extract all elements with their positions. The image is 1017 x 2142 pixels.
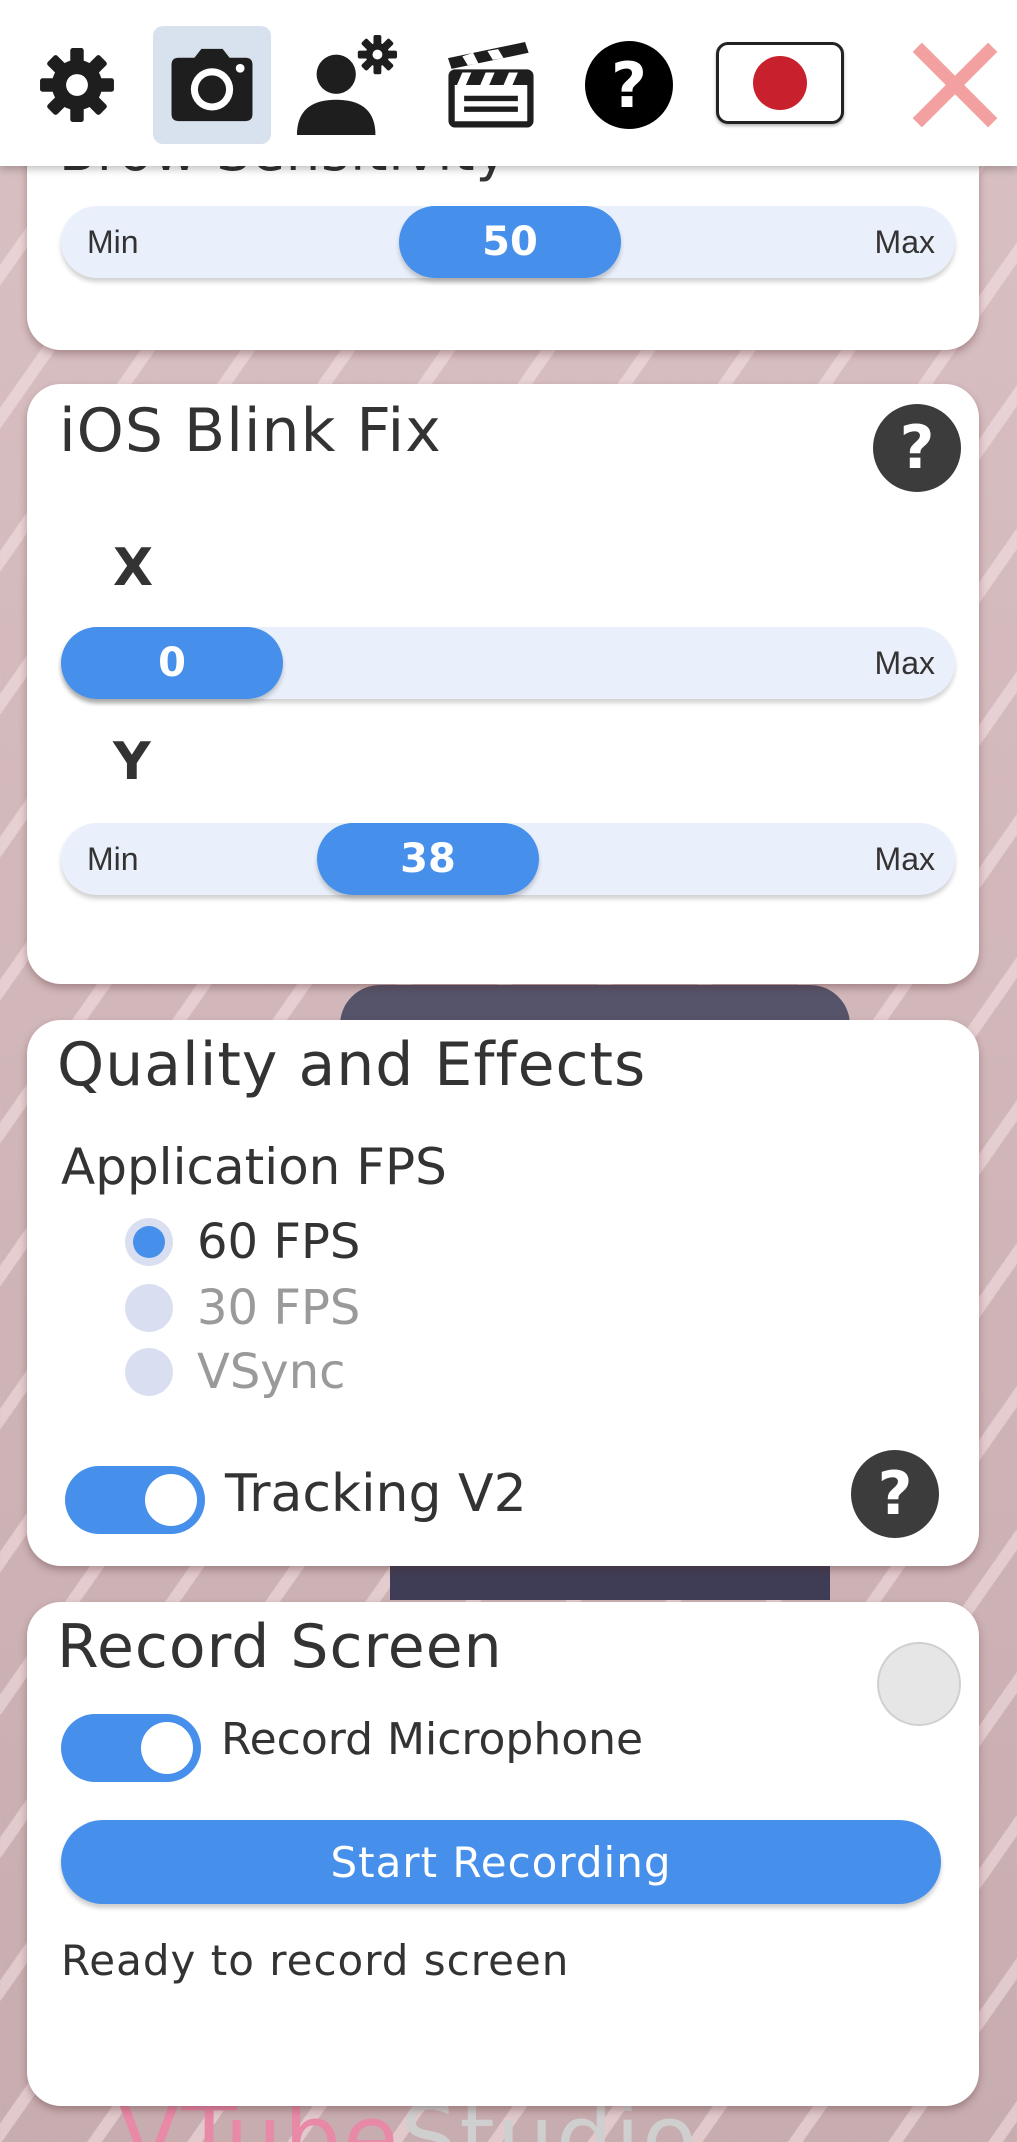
character-hair-peek (340, 985, 850, 1025)
gear-icon[interactable] (18, 26, 136, 144)
clapperboard-icon[interactable] (432, 26, 550, 144)
slider-knob[interactable]: 0 (61, 627, 283, 699)
radio-button[interactable] (125, 1218, 173, 1266)
tracking-v2-label: Tracking V2 (225, 1464, 527, 1524)
start-recording-button[interactable]: Start Recording (61, 1820, 941, 1904)
y-axis-label: Y (113, 732, 151, 792)
tracking-v2-toggle[interactable] (65, 1466, 205, 1534)
radio-button[interactable] (125, 1284, 173, 1332)
slider-max-label: Max (874, 645, 935, 681)
ios-blink-fix-card: iOS Blink Fix ? X Max 0 Y Min Max 38 (27, 384, 979, 984)
card-title: Record Screen (57, 1612, 503, 1682)
character-body-peek (390, 1560, 830, 1600)
record-screen-card: Record Screen Record Microphone Start Re… (27, 1602, 979, 2106)
record-microphone-toggle[interactable] (61, 1714, 201, 1782)
fps-option-60[interactable]: 60 FPS (125, 1212, 360, 1272)
help-icon[interactable]: ? (570, 26, 688, 144)
help-button[interactable]: ? (873, 404, 961, 492)
card-title: iOS Blink Fix (59, 396, 442, 466)
top-toolbar: ? (0, 0, 1017, 166)
slider-knob[interactable]: 38 (317, 823, 539, 895)
user-settings-icon[interactable] (288, 26, 406, 144)
record-microphone-label: Record Microphone (221, 1714, 644, 1765)
slider-knob[interactable]: 50 (399, 206, 621, 278)
radio-label: VSync (197, 1344, 346, 1400)
radio-label: 30 FPS (197, 1280, 361, 1336)
x-axis-label: X (113, 538, 154, 598)
card-title: Quality and Effects (57, 1030, 647, 1100)
flag-sun (753, 56, 807, 110)
blink-y-slider[interactable]: Min Max 38 (61, 823, 955, 895)
quality-effects-card: Quality and Effects Application FPS 60 F… (27, 1020, 979, 1566)
fps-option-vsync[interactable]: VSync (125, 1342, 346, 1402)
slider-max-label: Max (874, 841, 935, 877)
recording-indicator (877, 1642, 961, 1726)
camera-icon[interactable] (153, 26, 271, 144)
brow-sensitivity-slider[interactable]: Min Max 50 (61, 206, 955, 278)
slider-min-label: Min (87, 841, 139, 877)
fps-heading: Application FPS (61, 1138, 447, 1196)
radio-button[interactable] (125, 1348, 173, 1396)
help-button[interactable]: ? (851, 1450, 939, 1538)
japan-flag-icon[interactable] (716, 42, 844, 124)
slider-max-label: Max (874, 224, 935, 260)
fps-option-30[interactable]: 30 FPS (125, 1278, 360, 1338)
close-icon[interactable] (896, 26, 1014, 144)
radio-label: 60 FPS (197, 1214, 361, 1270)
slider-min-label: Min (87, 224, 139, 260)
blink-x-slider[interactable]: Max 0 (61, 627, 955, 699)
recording-status: Ready to record screen (61, 1936, 570, 1985)
